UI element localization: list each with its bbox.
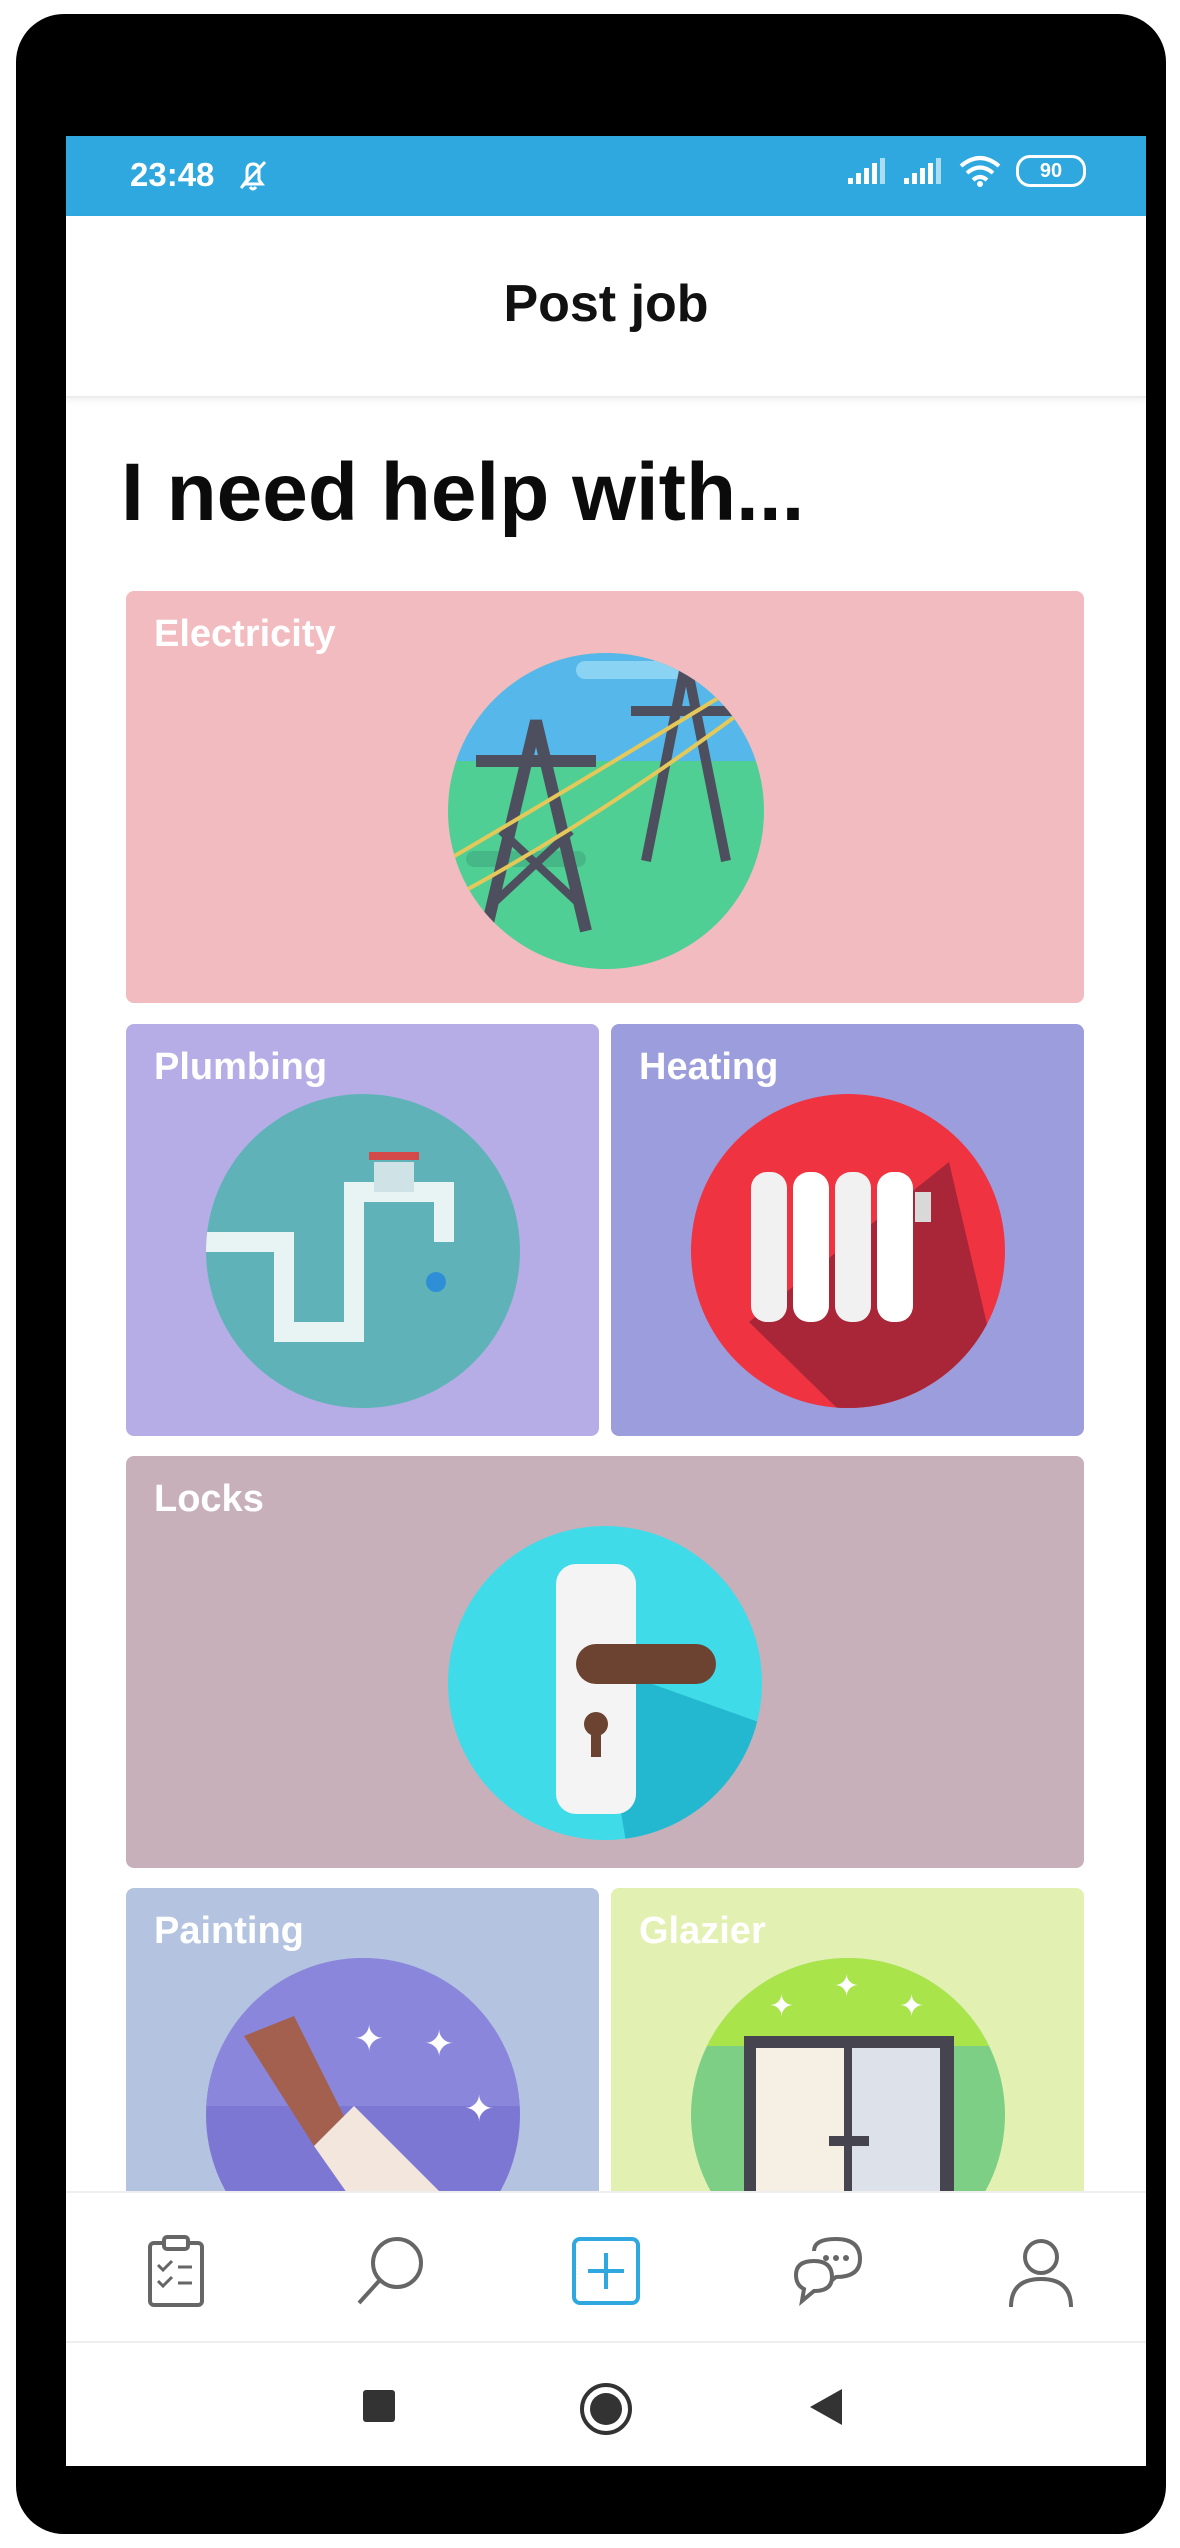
svg-text:✦: ✦ [354,2018,384,2059]
category-card-electricity[interactable]: Electricity [126,591,1084,1003]
chat-icon[interactable] [786,2231,866,2311]
screen: 23:48 90 Post job I need help with... El… [66,136,1146,2466]
back-triangle-icon[interactable] [806,2387,846,2427]
app-bar: Post job [66,216,1146,398]
svg-text:✦: ✦ [464,2088,494,2129]
profile-icon[interactable] [1001,2231,1081,2311]
svg-text:✦: ✦ [424,2023,454,2064]
category-label: Painting [154,1910,304,1952]
signal-icon [904,158,941,184]
water-pipe-icon [206,1094,520,1408]
svg-text:✦: ✦ [769,1990,794,2023]
search-icon[interactable] [351,2231,431,2311]
system-nav-bar [66,2341,1146,2466]
clipboard-checklist-icon[interactable] [136,2231,216,2311]
category-label: Glazier [639,1910,766,1952]
svg-text:✦: ✦ [899,1990,924,2023]
recents-square-icon[interactable] [361,2388,397,2424]
wifi-icon [959,156,1001,187]
status-bar: 23:48 90 [66,136,1146,216]
phone-frame: 23:48 90 Post job I need help with... El… [16,14,1166,2534]
bell-off-icon [239,160,267,191]
section-heading: I need help with... [121,447,805,538]
category-card-heating[interactable]: Heating [611,1024,1084,1436]
category-label: Electricity [154,613,336,655]
battery-icon: 90 [1016,155,1086,187]
category-card-plumbing[interactable]: Plumbing [126,1024,599,1436]
power-pylon-icon [448,653,764,969]
bottom-nav [66,2191,1146,2343]
radiator-icon [691,1094,1005,1408]
battery-level: 90 [1039,159,1063,182]
category-label: Plumbing [154,1046,328,1088]
category-label: Locks [154,1478,264,1520]
status-time: 23:48 [130,156,215,193]
home-circle-icon[interactable] [578,2381,634,2437]
page-title: Post job [503,275,709,333]
category-card-locks[interactable]: Locks [126,1456,1084,1868]
door-handle-icon [448,1526,762,1840]
add-job-icon[interactable] [566,2231,646,2311]
category-label: Heating [639,1046,779,1088]
svg-text:✦: ✦ [834,1970,859,2003]
signal-icon [848,158,885,184]
